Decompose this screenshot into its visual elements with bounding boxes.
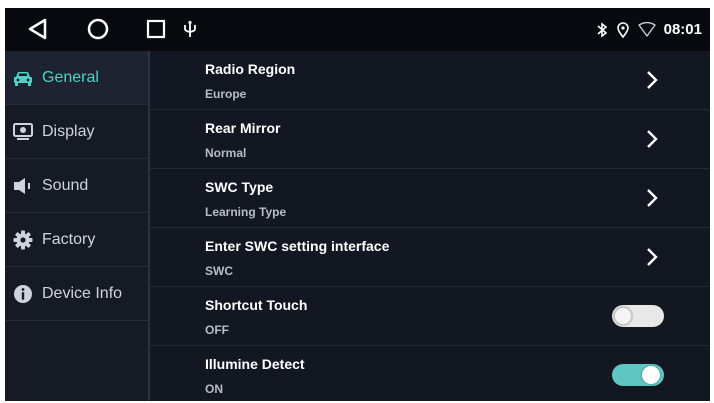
sidebar-item-label: General <box>42 68 99 86</box>
usb-indicator <box>181 14 199 44</box>
setting-row-shortcut-touch[interactable]: Shortcut Touch OFF <box>150 287 710 346</box>
sidebar-item-sound[interactable]: Sound <box>5 159 148 213</box>
sidebar-item-general[interactable]: General <box>5 51 148 105</box>
recents-square-icon <box>146 19 166 39</box>
car-icon <box>13 68 33 88</box>
sidebar-item-label: Sound <box>42 176 89 194</box>
setting-title: Illumine Detect <box>205 356 305 372</box>
setting-title: SWC Type <box>205 179 274 195</box>
sidebar-item-display[interactable]: Display <box>5 105 148 159</box>
setting-title: Radio Region <box>205 61 296 77</box>
setting-title: Enter SWC setting interface <box>205 238 390 254</box>
head-unit-screen: 08:01 General Display Sound Factory Devi… <box>5 8 710 401</box>
monitor-icon <box>13 122 33 142</box>
illumine-detect-toggle[interactable] <box>612 364 664 386</box>
sidebar-item-label: Factory <box>42 230 96 248</box>
chevron-right-icon[interactable] <box>644 187 660 209</box>
home-circle-icon <box>87 18 109 40</box>
status-bar: 08:01 <box>5 8 710 51</box>
setting-row-swc-interface[interactable]: Enter SWC setting interface SWC <box>150 228 710 287</box>
status-icons: 08:01 <box>596 8 702 51</box>
chevron-right-icon[interactable] <box>644 128 660 150</box>
settings-list: Radio Region Europe Rear Mirror Normal S… <box>150 51 710 401</box>
setting-value: Learning Type <box>205 205 287 219</box>
sidebar-item-label: Display <box>42 122 95 140</box>
chevron-right-icon[interactable] <box>644 246 660 268</box>
shortcut-touch-toggle[interactable] <box>612 305 664 327</box>
setting-value: ON <box>205 382 223 396</box>
toggle-knob <box>642 366 660 384</box>
chevron-right-icon[interactable] <box>644 69 660 91</box>
setting-value: Europe <box>205 87 247 101</box>
wifi-icon <box>637 21 656 37</box>
gear-icon <box>13 230 33 250</box>
sidebar-item-label: Device Info <box>42 284 123 302</box>
setting-value: OFF <box>205 323 229 337</box>
setting-row-swc-type[interactable]: SWC Type Learning Type <box>150 169 710 228</box>
setting-value: Normal <box>205 146 247 160</box>
sidebar-item-device-info[interactable]: Device Info <box>5 267 148 321</box>
setting-row-radio-region[interactable]: Radio Region Europe <box>150 51 710 110</box>
location-icon <box>616 21 629 38</box>
home-button[interactable] <box>83 14 113 44</box>
setting-title: Rear Mirror <box>205 120 281 136</box>
setting-row-illumine-detect[interactable]: Illumine Detect ON <box>150 346 710 401</box>
speaker-icon <box>13 176 33 196</box>
back-triangle-icon <box>28 18 47 40</box>
bluetooth-icon <box>597 21 607 38</box>
settings-sidebar: General Display Sound Factory Device Inf… <box>5 51 150 401</box>
recents-button[interactable] <box>141 14 171 44</box>
back-button[interactable] <box>23 14 53 44</box>
setting-title: Shortcut Touch <box>205 297 308 313</box>
usb-icon <box>184 20 196 37</box>
clock: 08:01 <box>663 21 702 38</box>
setting-row-rear-mirror[interactable]: Rear Mirror Normal <box>150 110 710 169</box>
toggle-knob <box>614 307 632 325</box>
setting-value: SWC <box>205 264 233 278</box>
sidebar-item-factory[interactable]: Factory <box>5 213 148 267</box>
info-icon <box>13 284 33 304</box>
